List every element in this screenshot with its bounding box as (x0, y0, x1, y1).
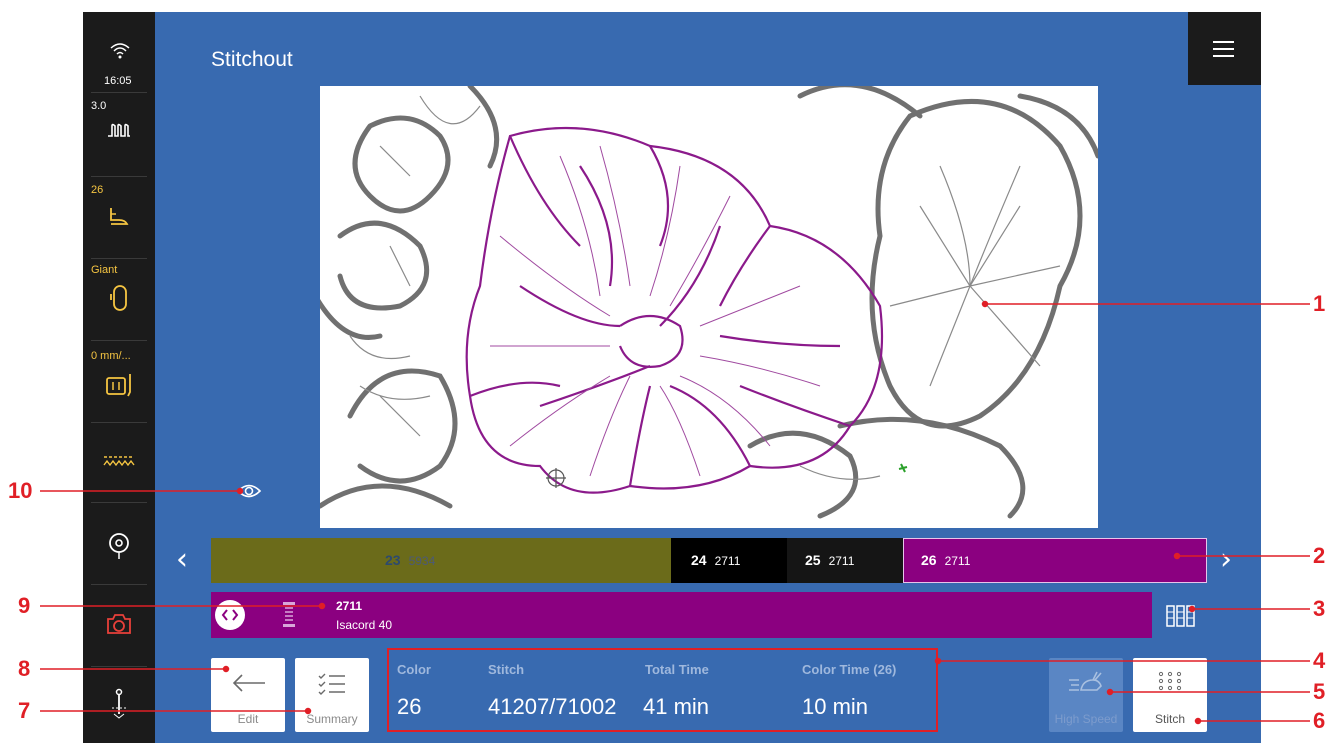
callout-9: 9 (18, 593, 31, 618)
callout-8: 8 (18, 656, 31, 681)
callout-lines (40, 300, 1310, 725)
callout-2: 2 (1313, 543, 1326, 568)
callout-10: 10 (8, 478, 33, 503)
callout-4: 4 (1313, 648, 1326, 673)
callout-1: 1 (1313, 291, 1326, 316)
callout-5: 5 (1313, 679, 1326, 704)
callout-3: 3 (1313, 596, 1326, 621)
callout-7: 7 (18, 698, 31, 723)
callout-6: 6 (1313, 708, 1326, 733)
